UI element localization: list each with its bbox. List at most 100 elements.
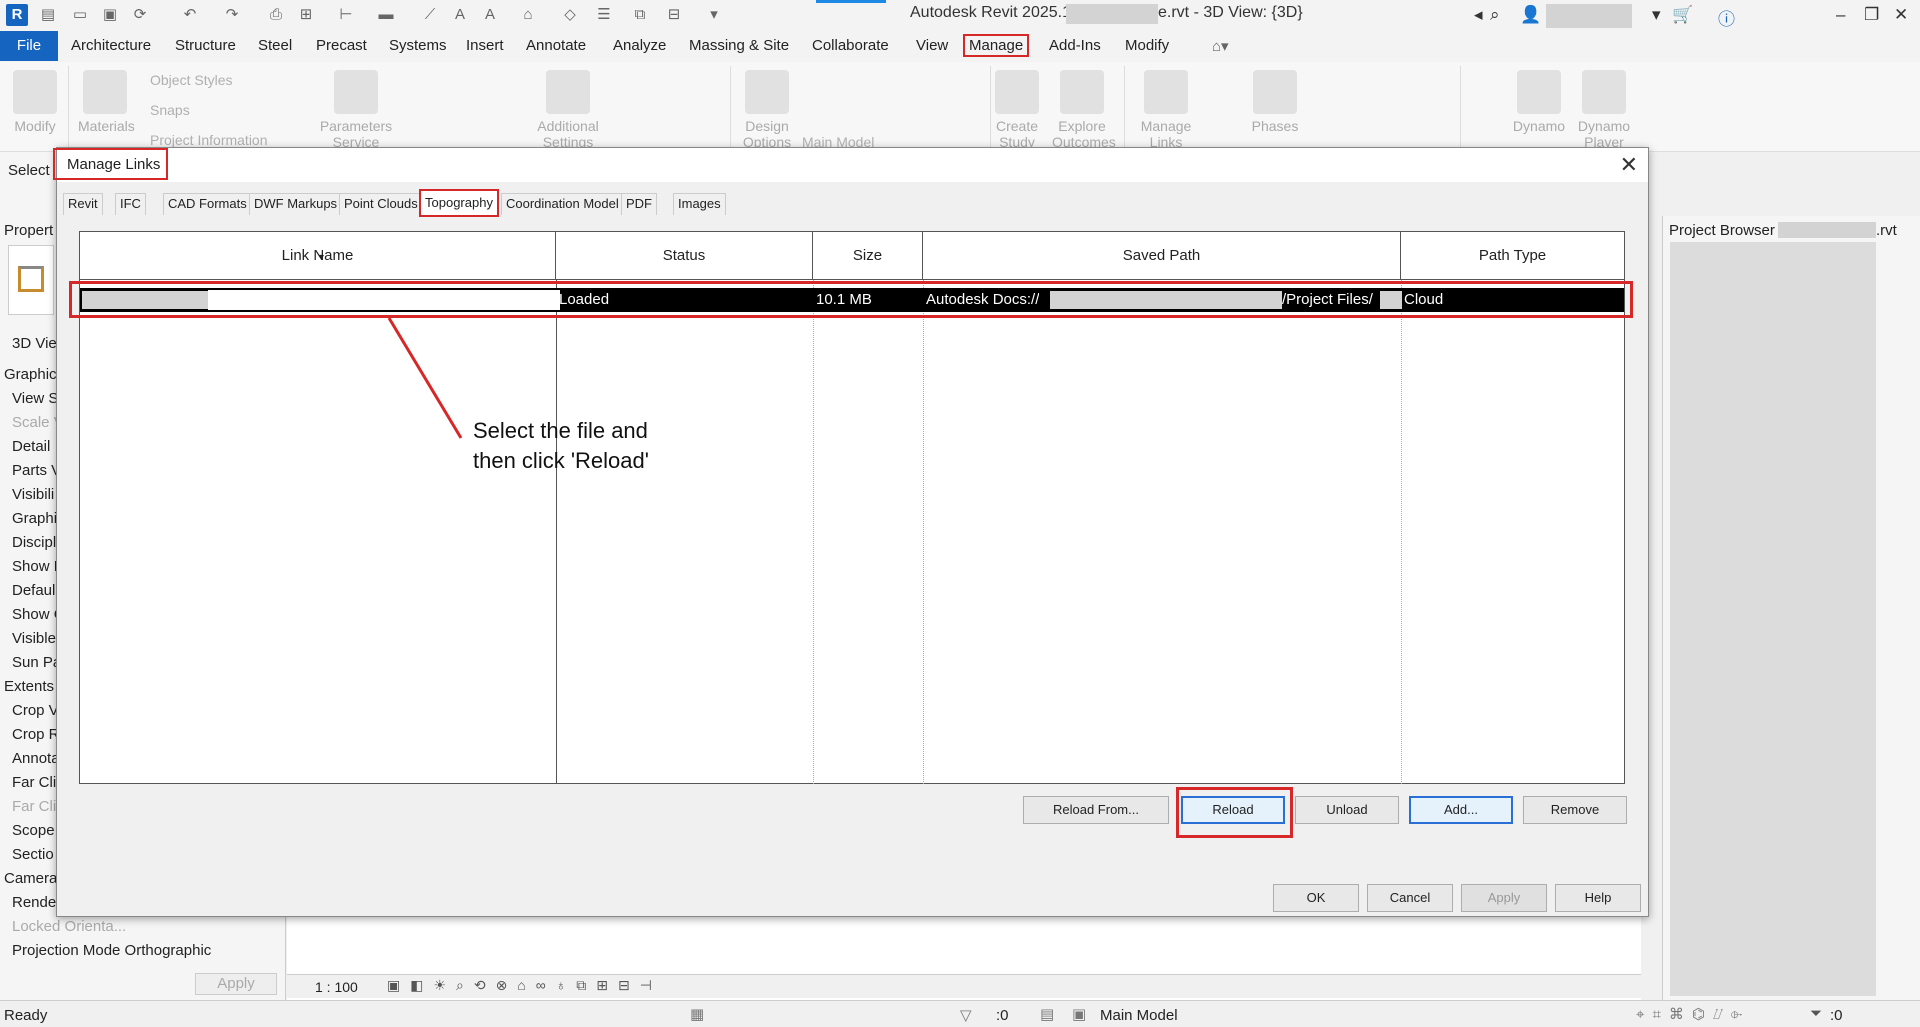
- 3d-view-type-icon: [8, 245, 54, 315]
- ribbon-toggle-icon[interactable]: ⌂▾: [1212, 37, 1229, 55]
- thin-lines-icon[interactable]: ☰: [594, 6, 614, 24]
- align-icon[interactable]: ▬: [376, 6, 396, 24]
- design-options-button[interactable]: Design Options: [740, 70, 794, 150]
- text-icon[interactable]: A: [450, 6, 470, 24]
- active-model[interactable]: Main Model: [1100, 1007, 1178, 1024]
- select-label[interactable]: Select: [8, 162, 50, 179]
- model-status-icon[interactable]: ▣: [1072, 1005, 1086, 1023]
- title-accent-bar: [816, 0, 886, 3]
- customize-qat-icon[interactable]: ▾: [704, 6, 724, 24]
- column-header-status[interactable]: Status: [556, 232, 813, 280]
- tab-collaborate[interactable]: Collaborate: [812, 37, 889, 54]
- object-styles-button[interactable]: Object Styles: [150, 72, 232, 88]
- tab-massing-site[interactable]: Massing & Site: [689, 37, 789, 54]
- reload-from-button[interactable]: Reload From...: [1023, 796, 1169, 824]
- property-row[interactable]: Locked Orienta...: [0, 915, 280, 939]
- column-header-saved-path[interactable]: Saved Path: [923, 232, 1401, 280]
- help-button[interactable]: Help: [1555, 884, 1641, 912]
- tab-steel[interactable]: Steel: [258, 37, 292, 54]
- reload-button[interactable]: Reload: [1181, 796, 1285, 824]
- apply-button[interactable]: Apply: [1461, 884, 1547, 912]
- tab-modify[interactable]: Modify: [1125, 37, 1169, 54]
- 3d-view-icon[interactable]: ⌂: [518, 6, 538, 24]
- ok-button[interactable]: OK: [1273, 884, 1359, 912]
- restore-icon[interactable]: ❐: [1864, 5, 1879, 25]
- tab-precast[interactable]: Precast: [316, 37, 367, 54]
- switch-windows-icon[interactable]: ⊟: [664, 6, 684, 24]
- snaps-button[interactable]: Snaps: [150, 102, 190, 118]
- sync-icon[interactable]: ⟳: [130, 6, 150, 24]
- materials-button[interactable]: Materials: [78, 70, 135, 134]
- open-icon[interactable]: ▭: [70, 6, 90, 24]
- tab-annotate[interactable]: Annotate: [526, 37, 586, 54]
- print-icon[interactable]: ⎙: [266, 6, 286, 24]
- selection-count: :0: [996, 1007, 1009, 1024]
- tab-pdf[interactable]: PDF: [621, 193, 657, 215]
- selection-filter-icon[interactable]: ▽: [960, 1006, 972, 1024]
- properties-title: Propert: [4, 222, 54, 239]
- cart-icon[interactable]: 🛒: [1672, 5, 1693, 25]
- dynamo-button[interactable]: Dynamo: [1512, 70, 1566, 134]
- help-icon[interactable]: ⓘ: [1718, 5, 1735, 30]
- dimension-icon[interactable]: ⊢: [336, 6, 356, 24]
- column-divider: [813, 280, 814, 784]
- redo-icon[interactable]: ↷: [222, 6, 242, 24]
- tab-images[interactable]: Images: [673, 193, 726, 215]
- selection-mode-icons[interactable]: ⌖⌗⌘⌬⌰⌱: [1636, 1005, 1751, 1023]
- additional-settings-button[interactable]: Additional Settings: [528, 70, 608, 150]
- undo-icon[interactable]: ↶: [180, 6, 200, 24]
- window-title-suffix: e.rvt - 3D View: {3D}: [1158, 4, 1303, 21]
- revit-logo-icon[interactable]: R: [6, 4, 28, 26]
- column-header-size[interactable]: Size: [813, 232, 923, 280]
- view-control-icons[interactable]: ▣◧☀⌕⟲⊗⌂∞♁⧉⊞⊟⊣: [387, 977, 662, 994]
- close-window-icon[interactable]: ✕: [1894, 5, 1908, 25]
- dialog-close-icon[interactable]: ✕: [1620, 152, 1638, 178]
- phases-button[interactable]: Phases: [1248, 70, 1302, 134]
- user-icon[interactable]: 👤: [1520, 5, 1541, 25]
- search-arrow-icon[interactable]: ◂: [1474, 5, 1483, 25]
- redacted-filename: [1066, 4, 1158, 24]
- column-header-path-type[interactable]: Path Type: [1401, 232, 1624, 280]
- home-icon[interactable]: ▤: [38, 6, 58, 24]
- dynamo-player-button[interactable]: Dynamo Player: [1574, 70, 1634, 150]
- explore-outcomes-button[interactable]: Explore Outcomes: [1052, 70, 1116, 150]
- manage-links-button[interactable]: Manage Links: [1136, 70, 1196, 150]
- tab-add-ins[interactable]: Add-Ins: [1049, 37, 1101, 54]
- view-scale[interactable]: 1 : 100: [315, 979, 358, 995]
- project-information-button[interactable]: Project Information: [150, 132, 268, 148]
- tab-insert[interactable]: Insert: [466, 37, 504, 54]
- modify-button[interactable]: Modify: [8, 70, 62, 134]
- close-hidden-icon[interactable]: ⧉: [630, 6, 650, 24]
- measure-icon[interactable]: ⊞: [296, 6, 316, 24]
- materials-sphere-icon: [83, 70, 127, 114]
- minimize-icon[interactable]: –: [1836, 5, 1845, 25]
- cancel-button[interactable]: Cancel: [1367, 884, 1453, 912]
- filter-icon[interactable]: ⏷: [1810, 1005, 1822, 1022]
- section-icon[interactable]: ◇: [560, 6, 580, 24]
- design-options-status-icon[interactable]: ▤: [1040, 1005, 1054, 1023]
- tab-manage[interactable]: Manage: [963, 34, 1030, 57]
- create-study-button[interactable]: Create Study: [992, 70, 1042, 150]
- dynamo-icon: [1517, 70, 1561, 114]
- parameters-service-button[interactable]: Parameters Service: [316, 70, 396, 150]
- annotation-callout: Select the file and then click 'Reload': [473, 418, 649, 473]
- text-tool-icon[interactable]: A: [480, 6, 500, 24]
- tab-view[interactable]: View: [916, 37, 948, 54]
- remove-button[interactable]: Remove: [1523, 796, 1627, 824]
- user-menu-chevron-icon[interactable]: ▾: [1652, 5, 1661, 25]
- tab-structure[interactable]: Structure: [175, 37, 236, 54]
- tab-file[interactable]: File: [0, 31, 58, 61]
- binoculars-icon[interactable]: ⌕: [1490, 5, 1500, 25]
- add-button[interactable]: Add...: [1409, 796, 1513, 824]
- save-icon[interactable]: ▣: [100, 6, 120, 24]
- tag-icon[interactable]: ⟋: [420, 6, 440, 24]
- tab-architecture[interactable]: Architecture: [71, 37, 151, 54]
- unload-button[interactable]: Unload: [1295, 796, 1399, 824]
- column-divider: [923, 280, 924, 784]
- tab-analyze[interactable]: Analyze: [613, 37, 666, 54]
- tab-systems[interactable]: Systems: [389, 37, 447, 54]
- property-row[interactable]: Projection Mode Orthographic: [0, 939, 280, 963]
- project-browser-tree[interactable]: [1670, 242, 1876, 996]
- apply-properties-button[interactable]: Apply: [195, 973, 277, 995]
- worksharing-icon[interactable]: ▦: [690, 1005, 704, 1023]
